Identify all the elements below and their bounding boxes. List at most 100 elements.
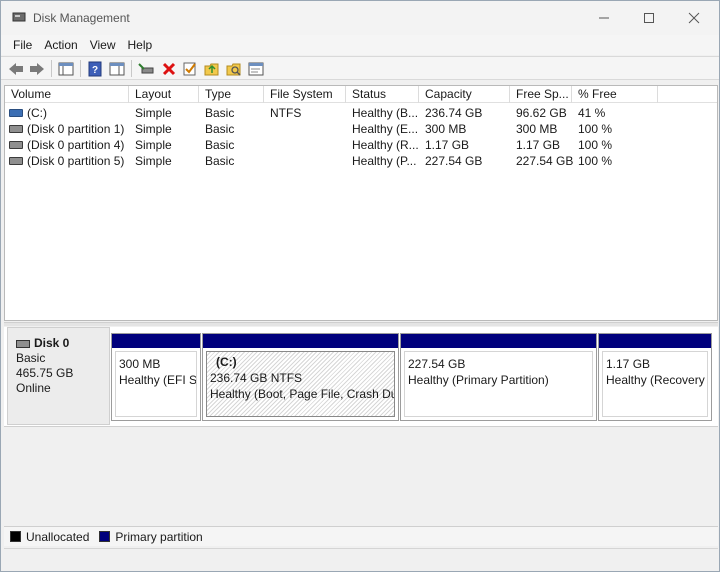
disk-management-window: Disk Management File Action View Help ? [0, 0, 720, 572]
column-status[interactable]: Status [346, 86, 419, 103]
window-title: Disk Management [33, 11, 130, 25]
volume-layout: Simple [135, 154, 172, 168]
disk-0-label[interactable]: Disk 0 Basic 465.75 GB Online [7, 327, 110, 425]
volume-free: 227.54 GB [516, 154, 574, 168]
volume-capacity: 300 MB [425, 122, 467, 136]
column-type[interactable]: Type [199, 86, 264, 103]
svg-text:?: ? [92, 65, 98, 76]
menu-bar: File Action View Help [1, 35, 719, 55]
menu-file[interactable]: File [7, 38, 38, 52]
partition-primary[interactable]: 227.54 GB Healthy (Primary Partition) [400, 333, 597, 421]
volume-layout: Simple [135, 122, 172, 136]
partition-status: Healthy (Recovery P [606, 373, 708, 387]
volume-status: Healthy (P... [352, 154, 417, 168]
volume-type: Basic [205, 138, 235, 152]
maximize-button[interactable] [634, 7, 664, 29]
forward-arrow-icon [30, 62, 44, 75]
disk-graphical-view: Disk 0 Basic 465.75 GB Online 300 MB Hea… [4, 327, 718, 525]
open-folder-button[interactable] [203, 60, 221, 77]
volume-layout: Simple [135, 106, 172, 120]
disk-state: Online [16, 381, 51, 395]
disk-icon [16, 339, 30, 348]
settings-window-icon [248, 62, 264, 75]
volume-free: 300 MB [516, 122, 558, 136]
minimize-button[interactable] [589, 7, 619, 29]
partition-label: (C:) [216, 355, 237, 369]
volume-capacity: 236.74 GB [425, 106, 483, 120]
volume-status: Healthy (R... [352, 138, 419, 152]
connect-virtual-disk-button[interactable] [137, 60, 155, 77]
volume-free: 96.62 GB [516, 106, 567, 120]
settings-button[interactable] [247, 60, 265, 77]
partition-status: Healthy (Boot, Page File, Crash Dum [210, 387, 395, 401]
console-tree-icon [58, 62, 74, 75]
table-row[interactable]: (Disk 0 partition 4) Simple Basic Health… [5, 137, 717, 153]
partition-c[interactable]: (C:) 236.74 GB NTFS Healthy (Boot, Page … [202, 333, 399, 421]
volume-capacity: 1.17 GB [425, 138, 470, 152]
primary-partition-swatch [99, 531, 111, 542]
help-button[interactable]: ? [86, 60, 104, 77]
toolbar: ? [1, 56, 719, 80]
partition-size: 236.74 GB NTFS [210, 371, 303, 385]
legend-unallocated: Unallocated [10, 530, 89, 544]
volume-layout: Simple [135, 138, 172, 152]
help-icon: ? [88, 61, 102, 76]
legend-primary-partition: Primary partition [99, 530, 203, 544]
volume-pct: 100 % [578, 138, 613, 152]
column-percent-free[interactable]: % Free [572, 86, 658, 103]
volume-list-header: Volume Layout Type File System Status Ca… [5, 86, 717, 103]
volume-type: Basic [205, 154, 235, 168]
back-button[interactable] [7, 60, 25, 77]
status-bar [4, 548, 718, 568]
close-icon [688, 12, 700, 24]
column-layout[interactable]: Layout [129, 86, 199, 103]
pane-splitter[interactable] [4, 322, 718, 326]
volume-pct: 100 % [578, 122, 613, 136]
column-free-space[interactable]: Free Sp... [510, 86, 572, 103]
volume-drive-icon [9, 141, 23, 149]
delete-x-icon [162, 62, 176, 75]
properties-button[interactable] [181, 60, 199, 77]
folder-search-icon [226, 63, 241, 76]
maximize-icon [644, 13, 654, 23]
volume-drive-icon [9, 109, 23, 117]
forward-button[interactable] [28, 60, 46, 77]
table-row[interactable]: (C:) Simple Basic NTFS Healthy (B... 236… [5, 105, 717, 121]
volume-capacity: 227.54 GB [425, 154, 483, 168]
volume-status: Healthy (E... [352, 122, 419, 136]
show-hide-console-tree-button[interactable] [57, 60, 75, 77]
disk-type: Basic [16, 351, 46, 365]
delete-button[interactable] [160, 60, 178, 77]
partition-size: 300 MB [119, 357, 161, 371]
close-button[interactable] [679, 7, 709, 29]
volume-free: 1.17 GB [516, 138, 561, 152]
unallocated-swatch [10, 531, 21, 542]
volume-type: Basic [205, 122, 235, 136]
connect-drive-icon [138, 62, 154, 73]
volume-drive-icon [9, 125, 23, 133]
disk-management-icon [12, 12, 26, 22]
volume-pct: 41 % [578, 106, 606, 120]
partition-recovery[interactable]: 1.17 GB Healthy (Recovery P [598, 333, 712, 421]
search-folder-button[interactable] [225, 60, 243, 77]
properties-check-icon [183, 62, 196, 75]
menu-view[interactable]: View [84, 38, 122, 52]
partition-efi[interactable]: 300 MB Healthy (EFI Sy [111, 333, 201, 421]
volume-name: (Disk 0 partition 5) [27, 154, 125, 168]
minimize-icon [599, 17, 609, 19]
table-row[interactable]: (Disk 0 partition 1) Simple Basic Health… [5, 121, 717, 137]
show-hide-action-pane-button[interactable] [108, 60, 126, 77]
title-bar[interactable]: Disk Management [1, 1, 719, 35]
disk-name: Disk 0 [34, 336, 70, 350]
volume-name: (C:) [27, 106, 47, 120]
volume-status: Healthy (B... [352, 106, 419, 120]
column-file-system[interactable]: File System [264, 86, 346, 103]
table-row[interactable]: (Disk 0 partition 5) Simple Basic Health… [5, 153, 717, 169]
menu-action[interactable]: Action [38, 38, 83, 52]
back-arrow-icon [9, 62, 23, 75]
column-capacity[interactable]: Capacity [419, 86, 510, 103]
disk-size: 465.75 GB [16, 366, 74, 380]
legend: Unallocated Primary partition [4, 526, 718, 546]
column-volume[interactable]: Volume [5, 86, 129, 103]
menu-help[interactable]: Help [122, 38, 159, 52]
